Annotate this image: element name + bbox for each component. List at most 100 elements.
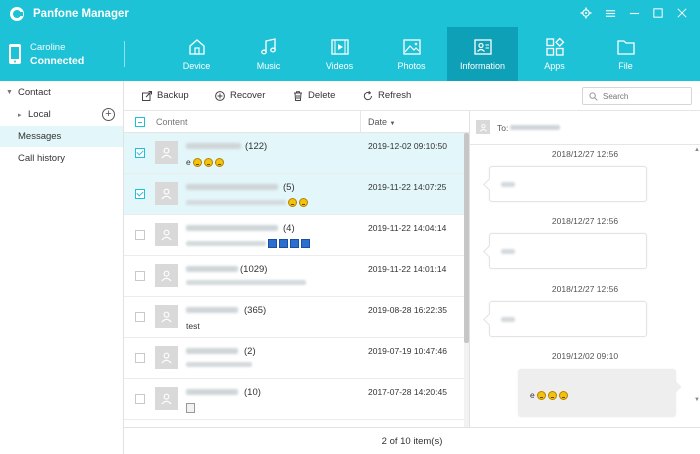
menu-icon[interactable] — [602, 5, 618, 21]
minimize-icon[interactable] — [626, 5, 642, 21]
tab-apps[interactable]: Apps — [519, 27, 590, 81]
contact-number — [186, 266, 238, 272]
tab-photos[interactable]: Photos — [376, 27, 447, 81]
message-list-header: Content Date ▼ — [124, 111, 469, 133]
sidebar-item-contact[interactable]: ▼ Contact — [0, 82, 123, 103]
video-icon — [330, 39, 349, 55]
message-row[interactable]: (5) 2019-11-22 14:07:25 — [124, 174, 465, 215]
apps-icon — [545, 37, 564, 56]
symbol-icon — [301, 239, 310, 248]
blurred-message — [501, 317, 515, 322]
person-icon — [161, 393, 172, 405]
symbol-icon — [279, 239, 288, 248]
gear-icon[interactable] — [578, 5, 594, 21]
message-preview: test — [186, 321, 200, 331]
message-date: 2019-11-22 14:01:14 — [368, 264, 447, 274]
symbol-icon — [268, 239, 277, 248]
main-nav: Caroline Connected Device Music Videos P… — [0, 27, 700, 81]
message-timestamp: 2018/12/27 12:56 — [551, 216, 619, 226]
row-checkbox[interactable] — [135, 148, 145, 158]
emoji-icon — [536, 390, 546, 400]
message-body: e — [530, 390, 535, 400]
tab-device[interactable]: Device — [161, 27, 232, 81]
column-content: Content — [156, 117, 188, 127]
message-count: (365) — [244, 305, 267, 316]
message-preview — [186, 362, 252, 367]
toolbar: Backup Recover Delete Refresh — [124, 81, 700, 111]
person-icon — [161, 311, 172, 323]
blurred-preview — [186, 241, 266, 246]
message-list: (122) e 2019-12-02 09:10:50 (5) 2019-11-… — [124, 133, 469, 427]
row-checkbox[interactable] — [135, 353, 145, 363]
avatar — [155, 223, 178, 246]
avatar — [155, 141, 178, 164]
row-checkbox[interactable] — [135, 189, 145, 199]
column-date[interactable]: Date ▼ — [368, 117, 395, 127]
select-all-checkbox[interactable] — [135, 117, 145, 127]
tab-videos[interactable]: Videos — [304, 27, 375, 81]
photo-icon — [402, 39, 421, 55]
folder-icon — [616, 40, 635, 55]
message-row[interactable]: (1029) 2019-11-22 14:01:14 — [124, 256, 465, 297]
blurred-message — [501, 182, 515, 187]
delete-button[interactable]: Delete — [293, 90, 335, 101]
message-row[interactable]: (122) e 2019-12-02 09:10:50 — [124, 133, 465, 174]
outgoing-message-bubble: e — [518, 369, 676, 417]
row-checkbox[interactable] — [135, 312, 145, 322]
message-date: 2019-08-28 16:22:35 — [368, 305, 447, 315]
contact-number — [186, 307, 238, 313]
column-date-label: Date — [368, 117, 388, 127]
app-logo-icon — [10, 6, 24, 21]
contact-number — [186, 184, 278, 190]
row-checkbox[interactable] — [135, 271, 145, 281]
tab-music[interactable]: Music — [233, 27, 304, 81]
add-group-button[interactable]: + — [102, 108, 115, 121]
row-checkbox[interactable] — [135, 230, 145, 240]
refresh-button[interactable]: Refresh — [363, 90, 411, 101]
conversation-header: To: — [470, 111, 700, 145]
message-row[interactable]: (2) 2019-07-19 10:47:46 — [124, 338, 465, 379]
plus-circle-icon — [215, 90, 225, 101]
message-date: 2019-07-19 10:47:46 — [368, 346, 447, 356]
emoji-icon — [192, 157, 202, 167]
home-icon — [188, 39, 205, 55]
tab-file[interactable]: File — [590, 27, 661, 81]
recover-button[interactable]: Recover — [215, 90, 265, 101]
contact-number — [186, 225, 278, 231]
search-input[interactable] — [603, 91, 688, 101]
conversation-scrollbar[interactable]: ▲ ▼ — [694, 145, 700, 427]
sidebar-item-messages[interactable]: Messages — [0, 126, 123, 147]
avatar — [155, 305, 178, 328]
caret-down-icon: ▼ — [6, 89, 13, 96]
avatar — [476, 120, 490, 134]
maximize-icon[interactable] — [650, 5, 666, 21]
search-box[interactable] — [582, 87, 692, 105]
message-count: (2) — [244, 346, 256, 357]
person-icon — [161, 270, 172, 282]
scroll-down-icon[interactable]: ▼ — [694, 397, 700, 403]
row-checkbox[interactable] — [135, 394, 145, 404]
sidebar-item-call-history[interactable]: Call history — [0, 148, 123, 169]
avatar — [155, 264, 178, 287]
device-name: Caroline — [30, 41, 66, 53]
message-preview — [186, 403, 195, 413]
message-count: (5) — [283, 182, 295, 193]
device-info[interactable]: Caroline Connected — [0, 27, 124, 81]
contact-number — [186, 389, 238, 395]
message-row[interactable]: (4) 2019-11-22 14:04:14 — [124, 215, 465, 256]
message-count: (4) — [283, 223, 295, 234]
emoji-icon — [203, 157, 213, 167]
message-preview: e — [186, 157, 224, 167]
message-count: (10) — [244, 387, 261, 398]
tab-information[interactable]: Information — [447, 27, 518, 81]
scroll-up-icon[interactable]: ▲ — [694, 147, 700, 153]
sidebar-item-local[interactable]: ▸ Local + — [0, 104, 123, 125]
message-row[interactable]: (365) test 2019-08-28 16:22:35 — [124, 297, 465, 338]
message-row[interactable]: (10) 2017-07-28 14:20:45 — [124, 379, 465, 420]
blurred-message — [501, 249, 515, 254]
person-icon — [161, 352, 172, 364]
backup-button[interactable]: Backup — [142, 90, 189, 101]
message-count: (1029) — [240, 264, 268, 275]
close-icon[interactable] — [674, 5, 690, 21]
person-icon — [161, 147, 172, 159]
